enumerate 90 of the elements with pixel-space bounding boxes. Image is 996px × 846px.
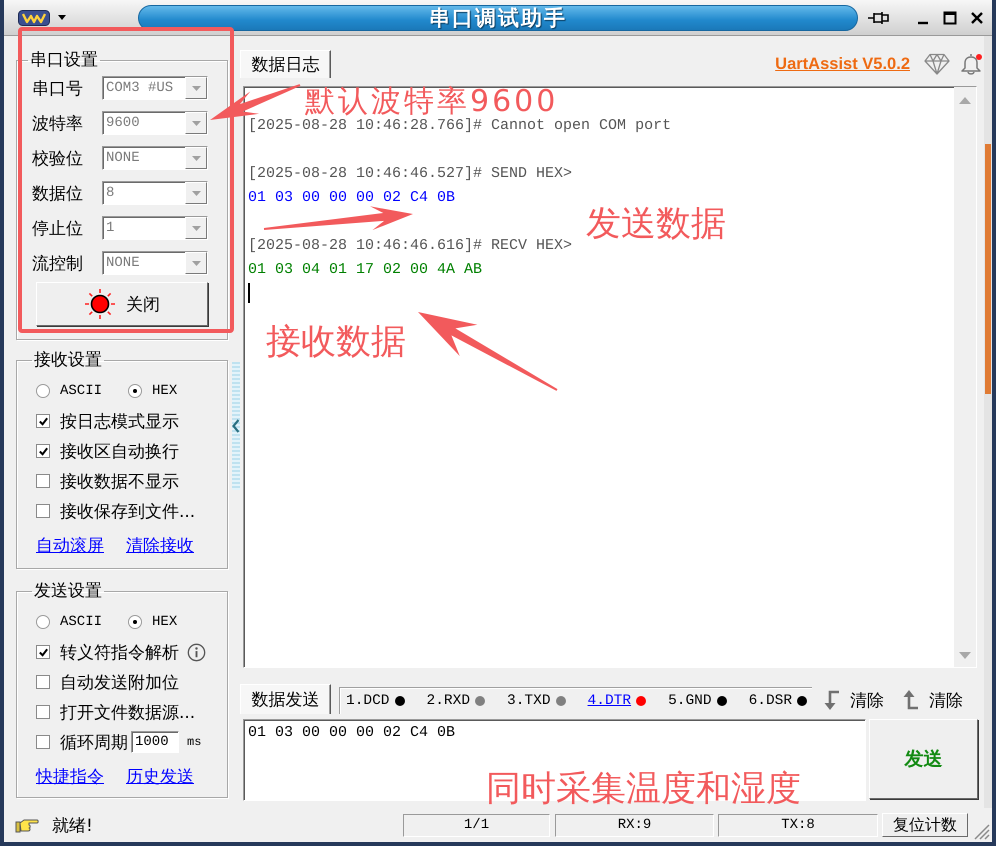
checkbox[interactable] [36, 504, 50, 518]
status-cell: RX:9 [555, 814, 714, 836]
group-title: 接收设置 [33, 350, 103, 370]
status-cell: 1/1 [403, 814, 550, 836]
log-line: 01 03 00 00 00 02 C4 0B [248, 188, 456, 208]
clear-button[interactable]: 清除 [901, 686, 963, 714]
app-logo-icon[interactable] [18, 10, 50, 26]
checkbox[interactable] [36, 705, 50, 719]
field-label: 停止位 [32, 218, 84, 240]
info-icon[interactable] [187, 642, 206, 662]
group-title: 发送设置 [33, 581, 103, 601]
diamond-icon[interactable] [924, 53, 950, 75]
status-dot [394, 696, 405, 706]
period-input[interactable]: 1000 [131, 731, 179, 753]
checkbox[interactable] [36, 474, 50, 488]
field-label: 校验位 [32, 148, 84, 170]
pin-label: 6.DSR [748, 693, 792, 709]
field-label: 波特率 [32, 112, 84, 134]
text-cursor [248, 283, 250, 303]
status-dot [475, 696, 486, 706]
pin-label: 2.RXD [426, 693, 470, 709]
status-dot [556, 696, 566, 706]
checkbox[interactable] [36, 444, 50, 458]
clear-button[interactable]: 清除 [822, 686, 884, 714]
radio-label[interactable]: ASCII [60, 383, 102, 399]
checkbox-label[interactable]: 接收保存到文件... [60, 500, 196, 522]
annotation-label: 接收数据 [266, 322, 406, 362]
checkbox-label[interactable]: 按日志模式显示 [60, 410, 179, 432]
caret-down-icon [192, 260, 200, 266]
pin-label[interactable]: 4.DTR [588, 693, 632, 709]
window-title: 串口调试助手 [429, 6, 567, 30]
tab[interactable]: 数据日志 [240, 50, 331, 78]
bent-arrow-up-icon [901, 689, 919, 711]
bent-arrow-down-icon [822, 689, 840, 711]
annotation-label: 默认波特率9600 [305, 87, 558, 117]
pin-label: 1.DCD [346, 693, 390, 709]
checkbox-label[interactable]: 转义符指令解析 [60, 640, 179, 664]
checkbox-label[interactable]: 打开文件数据源... [60, 700, 196, 724]
splitter-handle[interactable] [232, 362, 240, 490]
radio-button[interactable] [36, 615, 50, 629]
caret-down-icon[interactable] [58, 15, 66, 20]
log-line: [2025-08-28 10:46:28.766]# Cannot open COM port [248, 116, 672, 136]
log-line: [2025-08-28 10:46:46.527]# SEND HEX> [248, 164, 574, 184]
status-dot [797, 696, 808, 706]
checkbox-label[interactable]: 接收数据不显示 [60, 470, 179, 492]
caret-down-icon [192, 190, 200, 196]
chevron-left-icon [232, 419, 240, 433]
pin-label: 3.TXD [507, 693, 551, 709]
maximize-icon[interactable] [943, 10, 957, 24]
send-button[interactable]: 发送 [869, 719, 978, 799]
checkbox-label[interactable]: 接收区自动换行 [60, 440, 179, 462]
pointing-hand-icon [15, 817, 39, 833]
caret-down-icon [192, 156, 200, 160]
log-line: [2025-08-28 10:46:46.616]# RECV HEX> [248, 236, 574, 256]
radio-label[interactable]: HEX [152, 383, 178, 399]
radio-button[interactable] [36, 384, 50, 398]
link[interactable]: 自动滚屏 [36, 534, 104, 556]
annotation-label: 发送数据 [586, 204, 726, 244]
checkbox[interactable] [36, 735, 50, 749]
radio-label[interactable]: ASCII [60, 614, 102, 630]
caret-down-icon [192, 86, 200, 90]
close-icon[interactable] [970, 10, 984, 24]
log-line: 01 03 04 01 17 02 00 4A AB [248, 260, 484, 280]
checkbox[interactable] [36, 414, 50, 428]
radio-button[interactable] [128, 615, 142, 629]
caret-down-icon [192, 226, 200, 230]
radio-label[interactable]: HEX [152, 614, 178, 630]
status-dot [716, 696, 727, 706]
checkbox[interactable] [36, 645, 50, 659]
group-title: 串口设置 [29, 50, 99, 70]
checkbox-label[interactable]: 循环周期 [60, 730, 128, 754]
link[interactable]: 清除接收 [126, 534, 194, 556]
caret-down-icon [192, 120, 200, 126]
checkbox[interactable] [36, 675, 50, 689]
close-port-button[interactable]: 关闭 [36, 282, 208, 326]
status-message: 就绪! [52, 814, 93, 836]
field-label: 数据位 [32, 182, 84, 204]
side-scroll-thumb[interactable] [985, 144, 991, 394]
status-cell: TX:8 [718, 814, 878, 836]
checkbox-label[interactable]: 自动发送附加位 [60, 670, 179, 694]
pin-label: 5.GND [668, 693, 712, 709]
link[interactable]: 快捷指令 [36, 764, 104, 788]
field-label: 串口号 [32, 78, 84, 100]
status-dot [636, 696, 646, 706]
reset-count-button[interactable]: 复位计数 [882, 813, 968, 837]
link[interactable]: 历史发送 [126, 764, 194, 788]
field-label: 流控制 [32, 252, 84, 274]
unit-label: ms [187, 735, 202, 749]
tab[interactable]: 数据发送 [240, 684, 331, 714]
radio-button[interactable] [128, 384, 142, 398]
